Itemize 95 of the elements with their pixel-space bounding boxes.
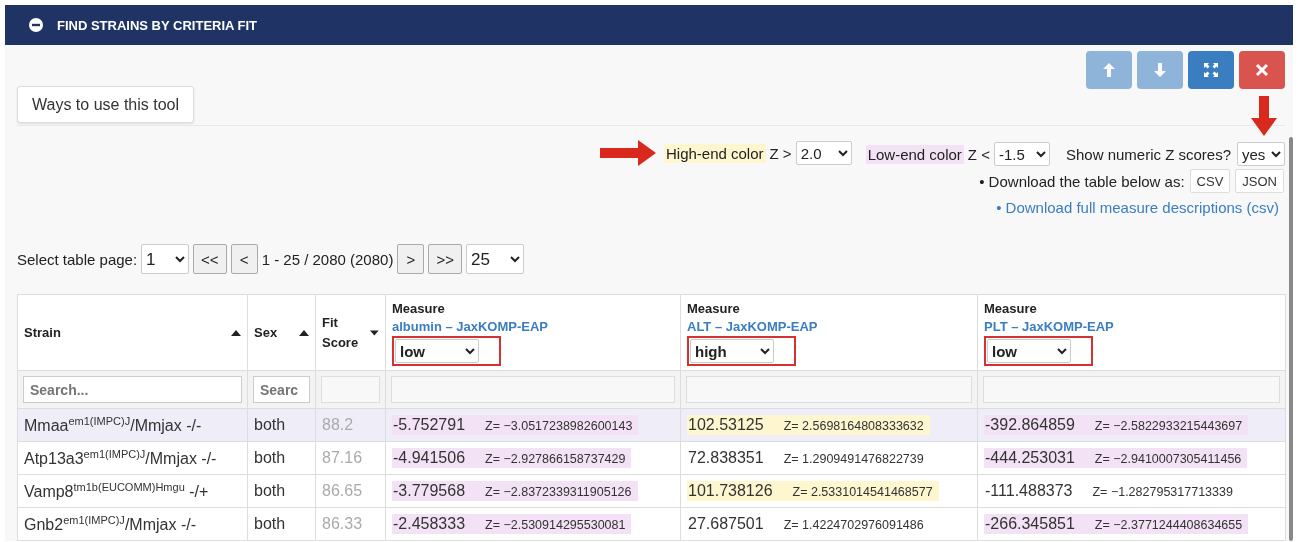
measure-value: 27.687501 [688, 515, 764, 533]
download-button[interactable]: CSV [1189, 169, 1231, 193]
sex-cell: both [254, 449, 286, 466]
option-select[interactable]: yes [1237, 142, 1285, 166]
fit-score: 87.16 [322, 449, 363, 466]
header-label: Measure [687, 301, 740, 316]
z-score: Z= −2.8372339311905126 [485, 485, 632, 499]
filter-field[interactable] [983, 376, 1280, 403]
measure-link[interactable]: albumin – JaxKOMP-EAP [392, 319, 674, 334]
fit-score: 88.2 [322, 416, 354, 433]
header-label: Strain [24, 323, 61, 342]
sort-up-icon[interactable] [299, 329, 309, 336]
help-button[interactable]: Ways to use this tool [17, 86, 195, 123]
measure-value: -392.864859 [985, 416, 1075, 434]
measure-value: -444.253031 [985, 449, 1075, 467]
measure-value: -111.488373 [985, 482, 1073, 500]
header-label: Measure [984, 301, 1037, 316]
z-score: Z= −2.9410007305411456 [1094, 452, 1242, 466]
table-row[interactable]: Vamp8$^{tm1b(EUCOMM)Hmgu}$ -/+ both 86.65 -3.779568 Z= −2.8372339311905126 101.738126 Z= 2.5331014541468577 -111.488373 Z= −1.282795317713339 [17, 474, 1286, 508]
direction-select[interactable]: low [987, 339, 1071, 363]
header-label: Fit Score [322, 313, 360, 352]
z-score: Z= −2.3771244408634655 [1094, 518, 1243, 532]
z-score: Z= 2.5698164808333632 [783, 419, 924, 433]
annotation-arrow [1251, 96, 1277, 136]
option-select[interactable]: 2.0 [795, 141, 852, 165]
filter-field[interactable] [686, 376, 972, 403]
operator-label: Z < [967, 145, 990, 163]
z-score: Z= 1.4224702976091486 [783, 518, 924, 532]
arrow-down-icon [1152, 62, 1168, 78]
annotation-arrow [599, 140, 656, 166]
pager-label: Select table page: [17, 250, 138, 268]
sex-cell: both [254, 482, 286, 499]
expand-icon [1203, 62, 1219, 78]
panel-title: FIND STRAINS BY CRITERIA FIT [57, 17, 258, 33]
z-score: Z= −2.5822933215443697 [1094, 419, 1243, 433]
download-button[interactable]: JSON [1235, 169, 1284, 193]
previous-page-button[interactable]: < [230, 244, 258, 274]
z-score: Z= −3.0517238982600143 [485, 419, 633, 433]
column-header[interactable]: Sex [247, 294, 316, 371]
z-score: Z= 2.5331014541468577 [792, 485, 933, 499]
measure-value: 102.53125 [688, 416, 764, 434]
direction-select[interactable]: low [395, 339, 479, 363]
measure-value: -2.458333 [393, 515, 466, 533]
table-row[interactable]: Mmaa$^{em1(IMPC)J}$/Mmjax -/- both 88.2 -5.752791 Z= −3.0517238982600143 102.53125 Z= 2.5698164808333632 -392.864859 Z= −2.5822933215443697 [17, 408, 1286, 442]
table-row[interactable]: Gnb2$^{em1(IMPC)J}$/Mmjax -/- both 86.33 -2.458333 Z= −2.530914295530081 27.687501 Z= 1.4224702976091486 -266.345851 Z= −2.3771244408634655 [17, 507, 1286, 541]
page-select[interactable]: 1 [141, 244, 190, 274]
measure-value: -3.779568 [393, 482, 466, 500]
next-page-button[interactable]: > [397, 244, 425, 274]
z-score: Z= 1.2909491476822739 [783, 452, 924, 466]
option-select[interactable]: -1.5 [993, 142, 1050, 166]
page-size-select[interactable]: 25 [465, 244, 524, 274]
measure-value: -266.345851 [985, 515, 1075, 533]
column-header[interactable]: Strain [17, 294, 248, 371]
arrow-up-icon [1101, 62, 1117, 78]
column-header[interactable]: Fit Score [315, 294, 386, 371]
fit-score: 86.33 [322, 515, 363, 532]
first-page-button[interactable]: << [193, 244, 227, 274]
header-label: Sex [254, 323, 278, 342]
fit-score: 86.65 [322, 482, 363, 499]
option-label: Low-end color [865, 144, 964, 164]
filter-field[interactable] [391, 376, 675, 403]
option-label: Show numeric Z scores? [1064, 144, 1232, 164]
close-button[interactable] [1239, 51, 1285, 89]
strain-name: Atp13a3$^{em1(IMPC)J}$/Mmjax -/- [24, 450, 217, 468]
direction-select[interactable]: high [690, 339, 774, 363]
filter-field[interactable] [321, 376, 380, 403]
operator-label: Z > [769, 144, 792, 162]
download-label: • Download the table below as: [979, 172, 1185, 190]
option-label: High-end color [663, 143, 766, 163]
last-page-button[interactable]: >> [428, 244, 462, 274]
z-score: Z= −2.927866158737429 [485, 452, 626, 466]
measure-value: 72.838351 [688, 449, 764, 467]
search-field[interactable]: Searc [253, 376, 310, 403]
measure-link[interactable]: ALT – JaxKOMP-EAP [687, 319, 971, 334]
strain-name: Mmaa$^{em1(IMPC)J}$/Mmjax -/- [24, 417, 202, 435]
measure-value: -4.941506 [393, 449, 466, 467]
expand-button[interactable] [1188, 51, 1234, 89]
z-score: Z= −2.530914295530081 [485, 518, 626, 532]
table-row[interactable]: Atp13a3$^{em1(IMPC)J}$/Mmjax -/- both 87.16 -4.941506 Z= −2.927866158737429 72.838351 Z= 1.2909491476822739 -444.253031 Z= −2.9410007305411456 [17, 441, 1286, 475]
search-field[interactable]: Search... [23, 376, 242, 403]
page-range: 1 - 25 / 2080 (2080) [261, 250, 394, 268]
measure-value: 101.738126 [688, 482, 773, 500]
sex-cell: both [254, 515, 286, 532]
z-score: Z= −1.282795317713339 [1092, 485, 1233, 499]
sort-down-icon[interactable] [370, 329, 379, 336]
collapse-icon[interactable] [29, 18, 43, 32]
download-link[interactable]: • Download full measure descriptions (csv) [17, 199, 1285, 216]
close-icon [1254, 62, 1270, 78]
header-label: Measure [392, 301, 445, 316]
sort-up-icon[interactable] [231, 329, 241, 336]
measure-link[interactable]: PLT – JaxKOMP-EAP [984, 319, 1279, 334]
strain-name: Gnb2$^{em1(IMPC)J}$/Mmjax -/- [24, 516, 196, 534]
measure-value: -5.752791 [393, 416, 466, 434]
strain-name: Vamp8$^{tm1b(EUCOMM)Hmgu}$ -/+ [24, 483, 209, 501]
sex-cell: both [254, 416, 286, 433]
